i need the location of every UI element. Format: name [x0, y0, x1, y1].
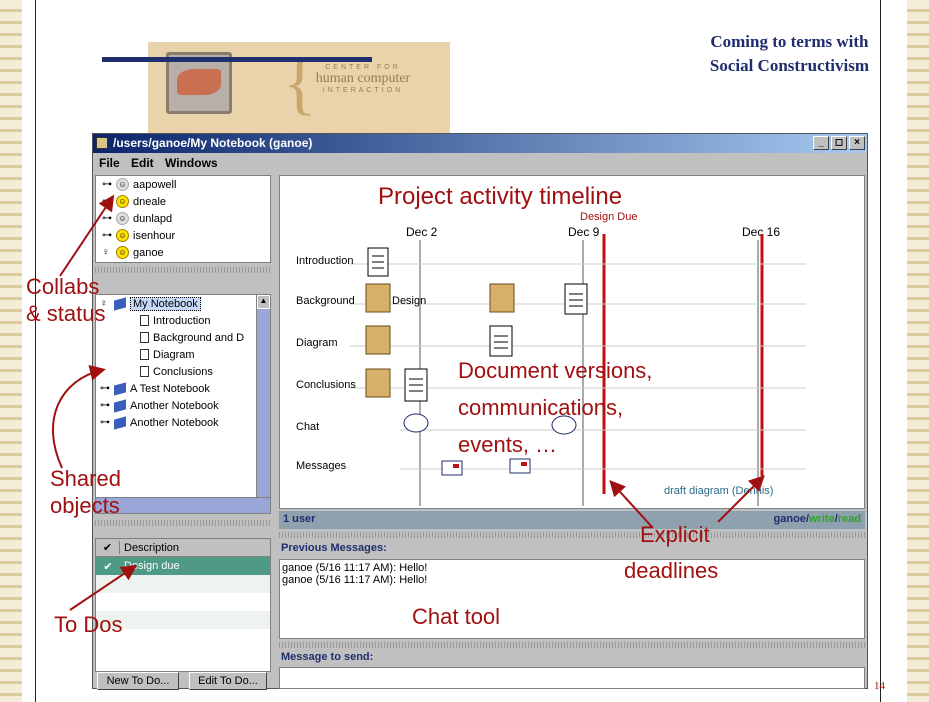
arrow: [52, 365, 106, 469]
arrow: [609, 480, 653, 528]
arrow: [59, 194, 115, 277]
arrow: [69, 564, 138, 611]
annotation-arrows: [52, 194, 765, 611]
page-number: 14: [874, 680, 885, 692]
arrow: [717, 475, 765, 523]
